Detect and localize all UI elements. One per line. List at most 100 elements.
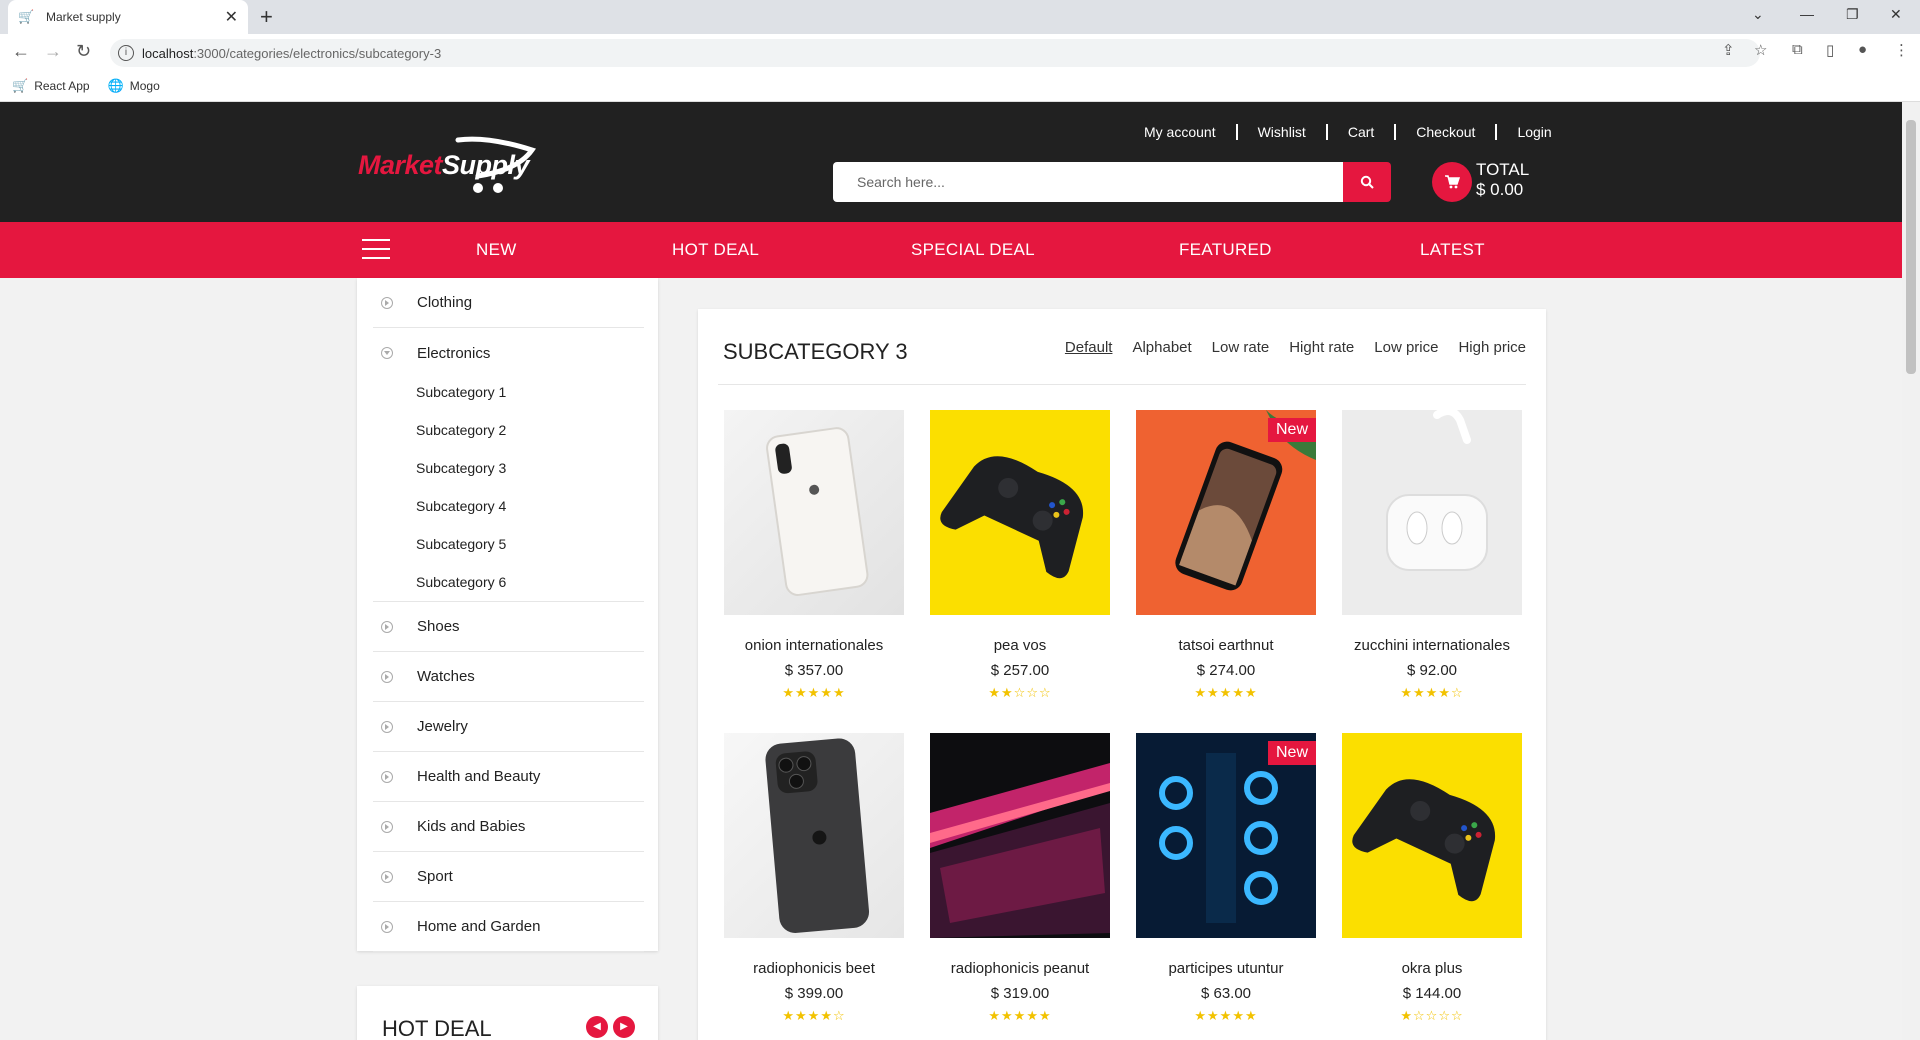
my-account-link[interactable]: My account — [1140, 124, 1236, 140]
sort-low-price[interactable]: Low price — [1374, 339, 1438, 356]
category-label: Clothing — [417, 294, 473, 311]
search-icon — [1360, 175, 1374, 189]
site-info-icon[interactable]: i — [118, 45, 134, 61]
subcategory-6[interactable]: Subcategory 6 — [416, 574, 506, 590]
subcategory-2[interactable]: Subcategory 2 — [416, 422, 506, 438]
category-watches[interactable]: Watches — [373, 652, 644, 702]
minimize-icon[interactable]: — — [1800, 6, 1814, 22]
rating-stars: ★★★★★ — [782, 685, 846, 700]
category-label: Jewelry — [417, 718, 468, 735]
product-image-airpods[interactable] — [1342, 410, 1522, 615]
next-arrow-icon[interactable]: ▶ — [613, 1016, 635, 1038]
cart-link[interactable]: Cart — [1325, 124, 1394, 140]
reload-icon[interactable]: ↻ — [76, 41, 91, 62]
category-health-and-beauty[interactable]: Health and Beauty — [373, 752, 644, 802]
category-clothing[interactable]: Clothing — [373, 278, 644, 328]
category-jewelry[interactable]: Jewelry — [373, 702, 644, 752]
hamburger-menu-icon[interactable] — [362, 239, 390, 261]
category-electronics[interactable]: Electronics — [373, 328, 644, 378]
sort-low-rate[interactable]: Low rate — [1212, 339, 1270, 356]
rating-stars: ★★★★★ — [988, 1008, 1052, 1023]
product-card[interactable]: radiophonicis peanut $ 319.00 ★★★★★ — [930, 733, 1110, 1024]
react-icon: 🛒 — [12, 77, 29, 93]
product-image-iphone-orange[interactable]: New — [1136, 410, 1316, 615]
product-name[interactable]: participes utuntur — [1136, 960, 1316, 977]
circle-chevron-right-icon — [381, 820, 393, 833]
product-image-xbox-controller[interactable] — [1342, 733, 1522, 938]
product-card[interactable]: okra plus $ 144.00 ★☆☆☆☆ — [1342, 733, 1522, 1024]
page-scrollbar[interactable] — [1902, 102, 1920, 1040]
product-price: $ 399.00 — [784, 985, 844, 1002]
extensions-icon[interactable]: ⧉ — [1792, 41, 1803, 58]
product-image-xbox-controller[interactable] — [930, 410, 1110, 615]
nav-latest[interactable]: LATEST — [1420, 240, 1485, 260]
product-card[interactable]: zucchini internationales $ 92.00 ★★★★☆ — [1342, 410, 1522, 701]
circle-chevron-right-icon — [381, 870, 393, 883]
sort-default[interactable]: Default — [1065, 339, 1113, 356]
new-tab-icon[interactable]: + — [260, 4, 273, 30]
product-name[interactable]: tatsoi earthnut — [1136, 637, 1316, 654]
product-image-gaming-pc[interactable]: New — [1136, 733, 1316, 938]
category-shoes[interactable]: Shoes — [373, 602, 644, 652]
nav-new[interactable]: NEW — [476, 240, 517, 260]
menu-kebab-icon[interactable]: ⋮ — [1894, 41, 1909, 59]
sort-high-rate[interactable]: Hight rate — [1289, 339, 1354, 356]
cart-button[interactable] — [1432, 162, 1472, 202]
browser-tab[interactable]: 🛒 Market supply ✕ — [8, 0, 248, 34]
product-name[interactable]: radiophonicis beet — [724, 960, 904, 977]
product-name[interactable]: radiophonicis peanut — [930, 960, 1110, 977]
bookmark-mogo[interactable]: 🌐 Mogo — [108, 78, 160, 94]
window-close-icon[interactable]: ✕ — [1890, 6, 1902, 23]
tab-search-icon[interactable]: ⌄ — [1752, 6, 1764, 23]
address-bar[interactable]: i localhost:3000/categories/electronics/… — [110, 39, 1760, 67]
forward-icon[interactable]: → — [44, 41, 62, 62]
subcategory-3[interactable]: Subcategory 3 — [416, 460, 506, 476]
bookmark-star-icon[interactable]: ☆ — [1754, 41, 1767, 59]
product-card[interactable]: New participes utuntur $ 63.00 ★★★★★ — [1136, 733, 1316, 1024]
close-tab-icon[interactable]: ✕ — [225, 7, 238, 27]
wishlist-link[interactable]: Wishlist — [1235, 124, 1326, 140]
share-icon[interactable]: ⇪ — [1722, 41, 1735, 59]
cart-total[interactable]: TOTAL $ 0.00 — [1476, 160, 1529, 200]
product-card[interactable]: onion internationales $ 357.00 ★★★★★ — [724, 410, 904, 701]
subcategory-1[interactable]: Subcategory 1 — [416, 384, 506, 400]
nav-special-deal[interactable]: SPECIAL DEAL — [911, 240, 1035, 260]
bookmark-label: Mogo — [129, 78, 160, 93]
nav-hot-deal[interactable]: HOT DEAL — [672, 240, 759, 260]
search-input[interactable]: Search here... — [833, 162, 1343, 202]
product-image-iphone-11-pro[interactable] — [724, 733, 904, 938]
product-image-white-iphone[interactable] — [724, 410, 904, 615]
category-home-and-garden[interactable]: Home and Garden — [373, 902, 644, 952]
product-name[interactable]: pea vos — [930, 637, 1110, 654]
product-card[interactable]: pea vos $ 257.00 ★★☆☆☆ — [930, 410, 1110, 701]
market-supply-logo[interactable]: MarketSupply — [356, 132, 537, 202]
product-name[interactable]: zucchini internationales — [1342, 637, 1522, 654]
product-price: $ 357.00 — [784, 662, 844, 679]
subcategory-5[interactable]: Subcategory 5 — [416, 536, 506, 552]
back-icon[interactable]: ← — [12, 41, 30, 62]
category-kids-and-babies[interactable]: Kids and Babies — [373, 802, 644, 852]
restore-icon[interactable]: ❐ — [1846, 6, 1859, 23]
prev-arrow-icon[interactable]: ◀ — [586, 1016, 608, 1038]
subcategory-4[interactable]: Subcategory 4 — [416, 498, 506, 514]
sort-alphabet[interactable]: Alphabet — [1132, 339, 1191, 356]
product-price: $ 92.00 — [1406, 662, 1458, 679]
scrollbar-thumb[interactable] — [1906, 120, 1916, 374]
product-name[interactable]: okra plus — [1342, 960, 1522, 977]
nav-featured[interactable]: FEATURED — [1179, 240, 1272, 260]
checkout-link[interactable]: Checkout — [1394, 124, 1495, 140]
side-panel-icon[interactable]: ▯ — [1826, 41, 1834, 59]
login-link[interactable]: Login — [1495, 124, 1571, 140]
search-button[interactable] — [1343, 162, 1391, 202]
category-sport[interactable]: Sport — [373, 852, 644, 902]
product-card[interactable]: New tatsoi earthnut $ 274.00 ★★★★★ — [1136, 410, 1316, 701]
product-name[interactable]: onion internationales — [724, 637, 904, 654]
product-image-laptop-pink[interactable] — [930, 733, 1110, 938]
profile-icon[interactable]: ● — [1858, 41, 1867, 58]
product-card[interactable]: radiophonicis beet $ 399.00 ★★★★☆ — [724, 733, 904, 1024]
bookmark-react-app[interactable]: 🛒 React App — [12, 78, 90, 94]
category-label: Shoes — [417, 618, 460, 635]
sort-high-price[interactable]: High price — [1458, 339, 1526, 356]
site-header: MarketSupply My account Wishlist Cart Ch… — [0, 102, 1902, 222]
total-label: TOTAL — [1476, 160, 1530, 179]
